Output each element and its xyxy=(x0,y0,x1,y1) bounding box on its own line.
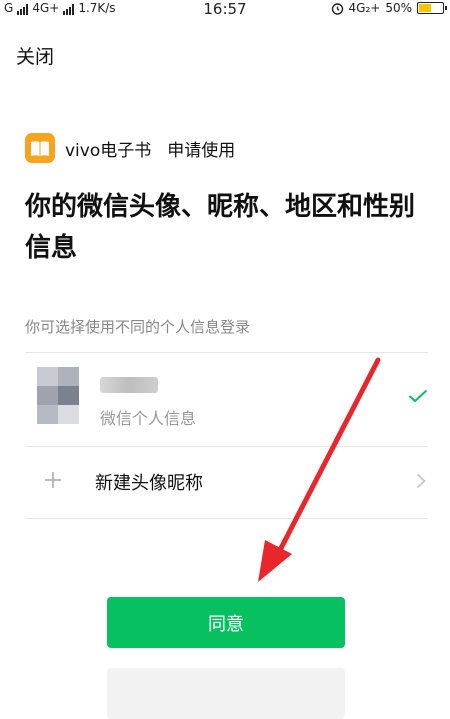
app-name: vivo电子书 xyxy=(65,140,152,161)
battery-icon xyxy=(417,2,447,14)
battery-percent: 50% xyxy=(385,1,412,15)
network-type-right: 4G₂+ xyxy=(348,1,381,15)
login-hint: 你可选择使用不同的个人信息登录 xyxy=(25,318,251,336)
check-icon xyxy=(408,389,428,403)
permission-title: 你的微信头像、昵称、地区和性别信息 xyxy=(25,192,416,263)
status-right: 4G₂+ 50% xyxy=(331,1,447,15)
alarm-icon xyxy=(331,2,343,15)
new-profile-option[interactable]: 新建头像昵称 xyxy=(25,447,428,518)
app-request-row: vivo电子书 申请使用 xyxy=(25,133,235,163)
new-profile-label: 新建头像昵称 xyxy=(95,473,203,494)
close-button[interactable]: 关闭 xyxy=(16,42,54,69)
reject-button[interactable] xyxy=(107,668,345,719)
red-arrow-icon xyxy=(258,357,381,582)
wechat-profile-option[interactable]: 微信个人信息 xyxy=(25,353,428,446)
avatar xyxy=(37,367,79,424)
book-icon xyxy=(25,133,55,163)
status-bar: G 4G+ 1.7K/s 16:57 4G₂+ 50% xyxy=(0,0,450,20)
agree-button[interactable]: 同意 xyxy=(107,597,345,648)
battery-fill xyxy=(419,4,431,12)
blurred-nickname xyxy=(100,377,158,393)
chevron-right-icon xyxy=(416,473,426,489)
divider xyxy=(25,518,428,519)
profile-subtitle: 微信个人信息 xyxy=(100,409,197,428)
app-action: 申请使用 xyxy=(167,140,236,161)
plus-icon xyxy=(45,472,61,488)
